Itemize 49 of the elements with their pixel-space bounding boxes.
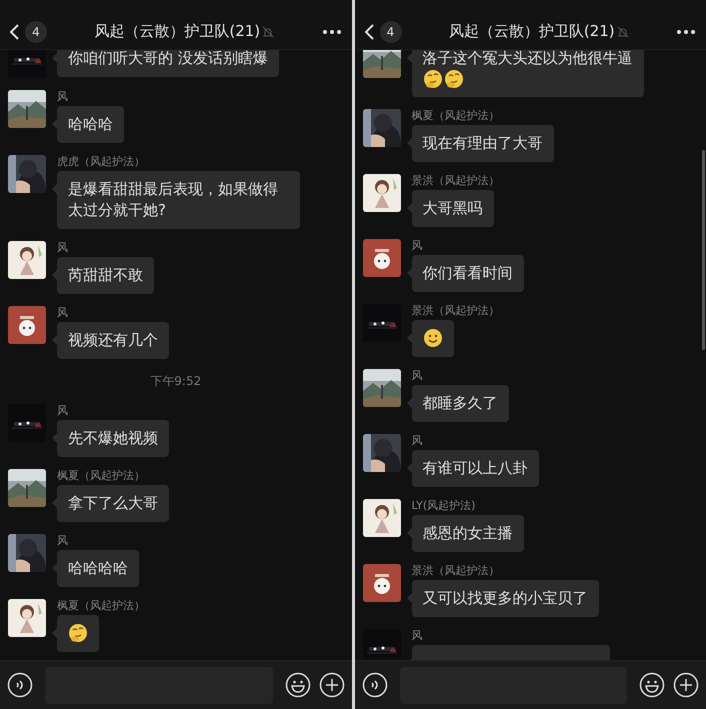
timestamp: 下午9:52 xyxy=(150,373,202,390)
sender-name: 景洪（风起护法） xyxy=(412,564,500,578)
sender-name: 风 xyxy=(57,90,68,104)
message-text: 视频还有几个 xyxy=(68,331,158,349)
message-text: 你们看看时间 xyxy=(422,264,512,282)
message-text: 感恩的女主播 xyxy=(422,524,512,542)
back-icon[interactable] xyxy=(362,22,374,40)
sender-name: 风 xyxy=(57,404,68,418)
emoji-icon[interactable] xyxy=(284,672,310,698)
message-text: 都睡多久了 xyxy=(422,394,498,412)
message-text: 你咱们听大哥的 没发话别瞎爆 xyxy=(68,50,268,67)
chat-title: 风起（云散）护卫队(21) xyxy=(448,22,615,41)
voice-icon[interactable] xyxy=(7,672,33,698)
sender-name: 风 xyxy=(412,239,422,253)
sender-name: 风 xyxy=(57,534,68,548)
message-text: 现在有理由了大哥 xyxy=(422,134,542,152)
emoji-icon[interactable] xyxy=(639,672,665,698)
sender-name: 枫夏（风起护法） xyxy=(57,599,145,613)
message-text: 拿下了么大哥 xyxy=(68,494,158,512)
sender-name: 枫夏（风起护法） xyxy=(412,109,500,123)
chat-title: 风起（云散）护卫队(21) xyxy=(94,22,260,41)
more-icon[interactable] xyxy=(676,28,696,34)
plus-icon[interactable] xyxy=(673,672,699,698)
more-icon[interactable] xyxy=(322,28,342,34)
message-text: 洛子这个冤大头还以为他很牛逼 xyxy=(422,50,632,67)
sender-name: 风 xyxy=(412,369,422,383)
message-text: 芮甜甜不敢 xyxy=(68,266,143,284)
scrollbar[interactable] xyxy=(702,150,705,350)
voice-icon[interactable] xyxy=(362,672,388,698)
unread-badge: 4 xyxy=(380,20,402,42)
sender-name: 风 xyxy=(412,629,422,643)
sender-name: 枫夏（风起护法） xyxy=(57,469,145,483)
sender-name: LY(风起护法) xyxy=(412,499,476,513)
back-icon[interactable] xyxy=(8,22,20,40)
message-text: 有谁可以上八卦 xyxy=(422,459,528,477)
plus-icon[interactable] xyxy=(318,672,344,698)
sender-name: 景洪（风起护法） xyxy=(412,304,500,318)
sender-name: 景洪（风起护法） xyxy=(412,174,500,188)
sender-name: 风 xyxy=(57,306,68,320)
message-text: 哈哈哈 xyxy=(68,115,113,133)
message-text: 先不爆她视频 xyxy=(68,429,158,447)
sender-name: 虎虎（风起护法） xyxy=(57,155,145,169)
sender-name: 风 xyxy=(412,434,422,448)
message-text: 又可以找更多的小宝贝了 xyxy=(422,589,588,607)
message-text: 哈哈哈哈 xyxy=(68,559,128,577)
sender-name: 风 xyxy=(57,241,68,255)
message-text: 是爆看甜甜最后表现，如果做得太过分就干她? xyxy=(68,180,278,219)
unread-badge: 4 xyxy=(25,20,47,42)
message-text: 大哥黑吗 xyxy=(422,199,482,217)
